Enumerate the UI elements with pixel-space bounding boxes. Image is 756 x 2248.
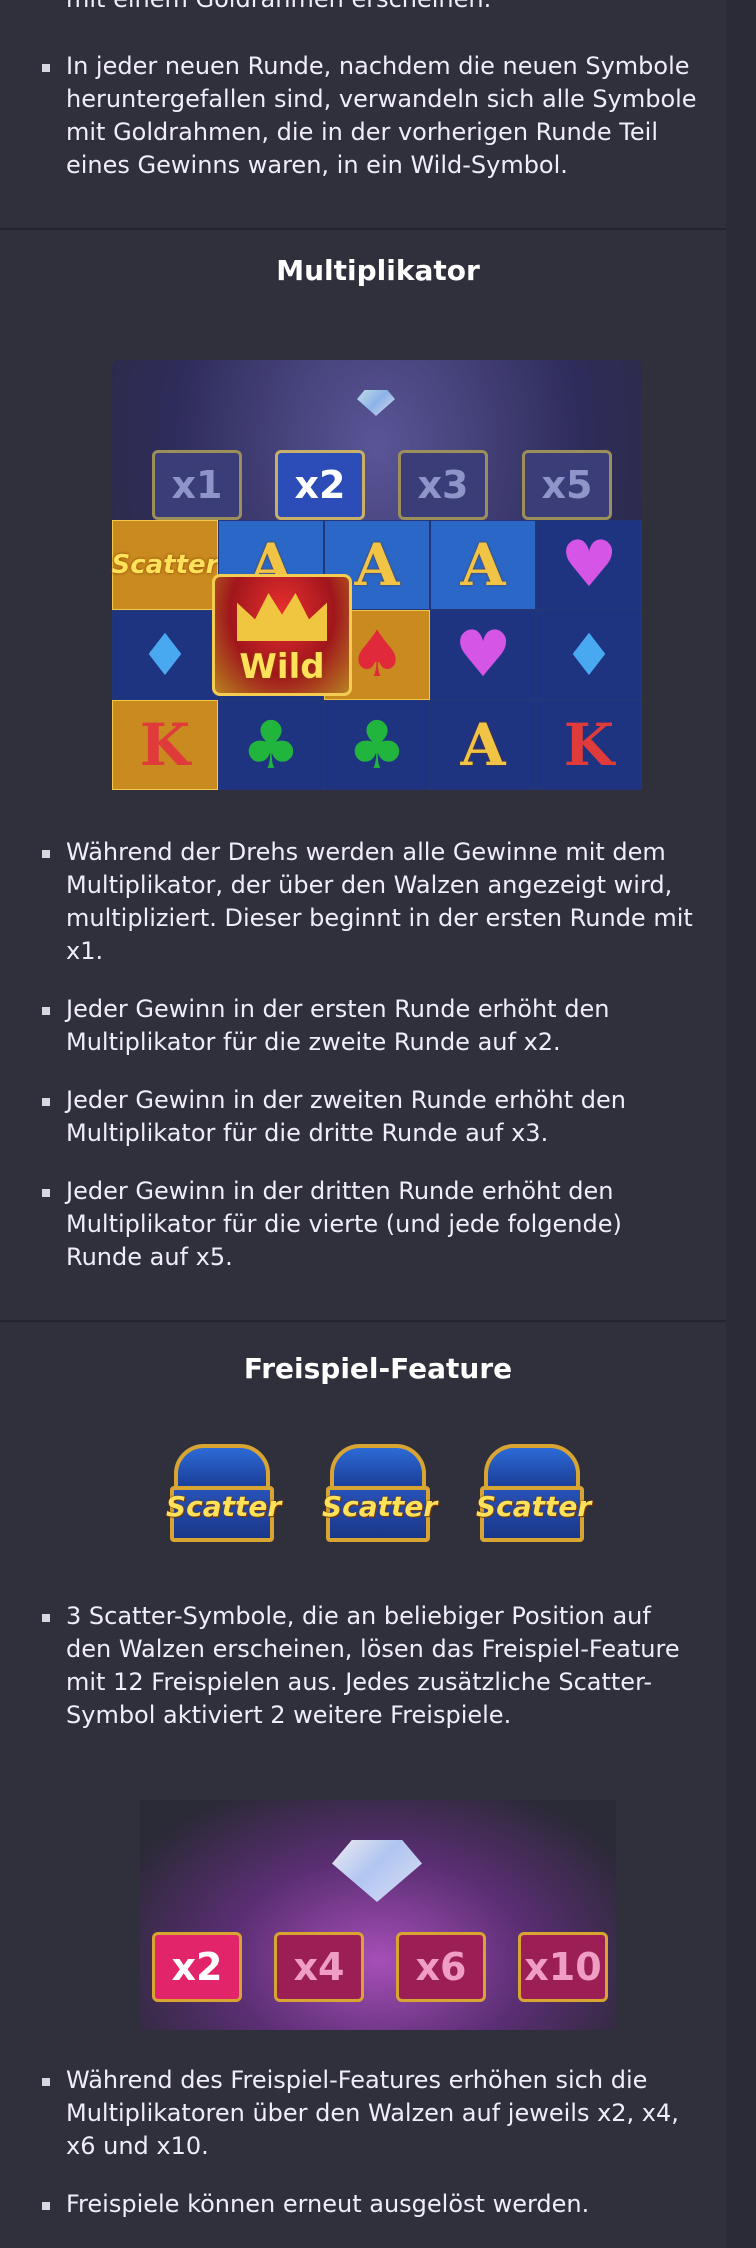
multiplier-x1: x1 [152, 450, 242, 520]
multiplier-illustration: x1 x2 x3 x5 Scatter A A A ♥ ♦ ♠ ♥ ♦ K ♣ … [112, 360, 642, 790]
multiplier-heading: Multiplikator [276, 254, 480, 287]
freespin-multiplier-x2: x2 [152, 1932, 242, 2002]
freespin-rules-list: 3 Scatter-Symbole, die an beliebiger Pos… [40, 1600, 700, 1757]
freespin-multiplier-illustration: x2 x4 x6 x10 [140, 1800, 616, 2030]
diamond-symbol: ♦ [536, 610, 642, 700]
list-item: 3 Scatter-Symbole, die an beliebiger Pos… [40, 1600, 700, 1732]
heart-symbol: ♥ [536, 520, 642, 610]
scatter-chest-icon: Scatter [476, 1444, 591, 1548]
freespin-rules-list-2: Während des Freispiel-Features erhöhen s… [40, 2064, 700, 2246]
list-item: Während der Drehs werden alle Gewinne mi… [40, 836, 700, 968]
wild-rules-list: In jeder neuen Runde, nachdem die neuen … [40, 50, 700, 207]
freespin-multiplier-x4: x4 [274, 1932, 364, 2002]
freespin-multiplier-x10: x10 [518, 1932, 608, 2002]
club-symbol: ♣ [218, 700, 324, 790]
diamond-symbol: ♦ [112, 610, 218, 700]
multiplier-x3: x3 [398, 450, 488, 520]
list-item: Jeder Gewinn in der dritten Runde erhöht… [40, 1175, 700, 1274]
club-symbol: ♣ [324, 700, 430, 790]
freespin-heading: Freispiel-Feature [243, 1352, 513, 1385]
multiplier-x2: x2 [275, 450, 365, 520]
ace-symbol: A [430, 520, 536, 610]
wild-label: Wild [239, 647, 325, 687]
cut-off-line: mit einem Goldrahmen erscheinen. [66, 0, 491, 13]
ace-symbol: A [430, 700, 536, 790]
multiplier-rules-list: Während der Drehs werden alle Gewinne mi… [40, 836, 700, 1299]
freespin-multiplier-x6: x6 [396, 1932, 486, 2002]
multiplier-x5: x5 [522, 450, 612, 520]
game-rules-page: mit einem Goldrahmen erscheinen. In jede… [0, 0, 756, 2248]
list-item: Jeder Gewinn in der ersten Runde erhöht … [40, 993, 700, 1059]
scatter-chest-icon: Scatter [322, 1444, 437, 1548]
list-item: In jeder neuen Runde, nachdem die neuen … [40, 50, 700, 182]
scatter-chest-icon: Scatter [166, 1444, 281, 1548]
king-symbol: K [112, 700, 218, 790]
wild-crown-symbol: Wild [212, 574, 352, 696]
list-item: Jeder Gewinn in der zweiten Runde erhöht… [40, 1084, 700, 1150]
heart-symbol: ♥ [430, 610, 536, 700]
list-item: Freispiele können erneut ausgelöst werde… [40, 2188, 700, 2221]
list-item: Während des Freispiel-Features erhöhen s… [40, 2064, 700, 2163]
scatter-chest-symbol: Scatter [112, 520, 219, 610]
crown-icon [237, 593, 327, 641]
reel-grid: Scatter A A A ♥ ♦ ♠ ♥ ♦ K ♣ ♣ A K [112, 520, 642, 790]
king-symbol: K [536, 700, 642, 790]
